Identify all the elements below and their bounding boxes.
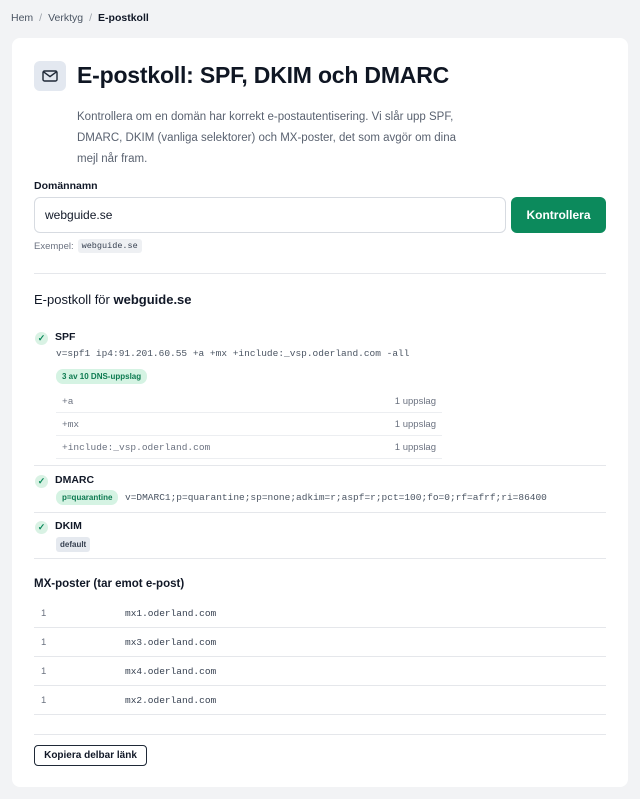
dmarc-label: DMARC bbox=[55, 474, 95, 486]
check-icon: ✓ bbox=[35, 521, 48, 534]
check-icon: ✓ bbox=[35, 332, 48, 345]
breadcrumb-current: E-postkoll bbox=[98, 12, 149, 24]
check-button[interactable]: Kontrollera bbox=[511, 197, 606, 233]
mx-priority: 1 bbox=[41, 608, 47, 619]
page-title: E-postkoll: SPF, DKIM och DMARC bbox=[77, 62, 450, 88]
breadcrumb-home[interactable]: Hem bbox=[11, 12, 33, 24]
lookup-mechanism: +a bbox=[62, 395, 74, 407]
mx-host: mx3.oderland.com bbox=[125, 637, 217, 648]
breadcrumb-separator: / bbox=[89, 12, 93, 24]
domain-input[interactable] bbox=[34, 197, 506, 233]
table-row: 1 mx4.oderland.com bbox=[34, 657, 606, 686]
mx-title: MX-poster (tar emot e-post) bbox=[34, 578, 185, 590]
spf-lookup-row: +mx 1 uppslag bbox=[56, 413, 442, 436]
mx-host: mx1.oderland.com bbox=[125, 608, 217, 619]
lookup-count: 1 uppslag bbox=[394, 395, 436, 407]
example-hint: Exempel: webguide.se bbox=[34, 239, 142, 253]
spf-record: v=spf1 ip4:91.201.60.55 +a +mx +include:… bbox=[56, 348, 410, 359]
dmarc-record: v=DMARC1;p=quarantine;sp=none;adkim=r;as… bbox=[125, 492, 547, 503]
table-row: 1 mx3.oderland.com bbox=[34, 628, 606, 657]
main-card: E-postkoll: SPF, DKIM och DMARC Kontroll… bbox=[12, 38, 628, 787]
divider bbox=[34, 512, 606, 513]
example-label: Exempel: bbox=[34, 240, 74, 252]
page-intro: Kontrollera om en domän har korrekt e-po… bbox=[77, 111, 456, 165]
copy-share-link-button[interactable]: Kopiera delbar länk bbox=[34, 745, 147, 766]
breadcrumb: Hem / Verktyg / E-postkoll bbox=[11, 12, 149, 24]
divider bbox=[34, 273, 606, 274]
divider bbox=[34, 734, 606, 735]
lookup-mechanism: +mx bbox=[62, 418, 80, 430]
example-value[interactable]: webguide.se bbox=[77, 239, 142, 253]
table-row: 1 mx2.oderland.com bbox=[34, 686, 606, 715]
breadcrumb-tools[interactable]: Verktyg bbox=[48, 12, 83, 24]
mx-priority: 1 bbox=[41, 666, 47, 677]
result-domain: webguide.se bbox=[113, 292, 192, 307]
dkim-selector-badge: default bbox=[56, 537, 91, 552]
lookup-mechanism: +include:_vsp.oderland.com bbox=[62, 441, 211, 453]
mx-host: mx2.oderland.com bbox=[125, 695, 217, 706]
spf-lookup-row: +a 1 uppslag bbox=[56, 390, 442, 413]
domain-label: Domännamn bbox=[34, 180, 98, 192]
spf-label: SPF bbox=[55, 331, 76, 343]
check-icon: ✓ bbox=[35, 475, 48, 488]
result-title: E-postkoll för webguide.se bbox=[34, 292, 192, 307]
spf-lookup-badge: 3 av 10 DNS-uppslag bbox=[56, 369, 148, 384]
table-row: 1 mx1.oderland.com bbox=[34, 599, 606, 628]
spf-lookup-row: +include:_vsp.oderland.com 1 uppslag bbox=[56, 436, 442, 459]
mail-icon bbox=[34, 61, 66, 91]
result-title-prefix: E-postkoll för bbox=[34, 292, 110, 307]
lookup-count: 1 uppslag bbox=[394, 441, 436, 453]
divider bbox=[34, 558, 606, 559]
dkim-label: DKIM bbox=[55, 520, 82, 532]
breadcrumb-separator: / bbox=[39, 12, 43, 24]
dmarc-policy-badge: p=quarantine bbox=[56, 490, 119, 505]
mx-priority: 1 bbox=[41, 637, 47, 648]
mx-priority: 1 bbox=[41, 695, 47, 706]
divider bbox=[34, 465, 606, 466]
lookup-count: 1 uppslag bbox=[394, 418, 436, 430]
mx-host: mx4.oderland.com bbox=[125, 666, 217, 677]
